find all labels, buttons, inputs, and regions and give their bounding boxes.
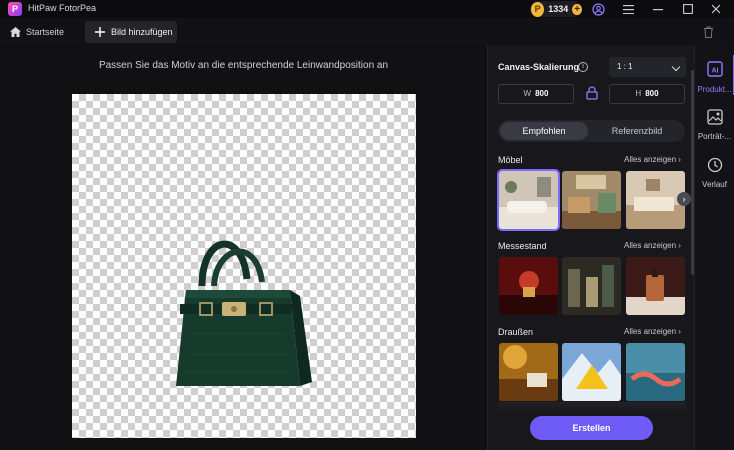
plus-icon (95, 27, 105, 37)
canvas-hint: Passen Sie das Motiv an die entsprechend… (98, 60, 389, 71)
template-thumbnail[interactable] (562, 343, 621, 401)
tab-home-label: Startseite (26, 27, 65, 37)
category-title: Messestand (498, 241, 547, 251)
maximize-icon[interactable] (681, 2, 695, 16)
home-icon (10, 27, 21, 37)
tab-add-label: Bild hinzufügen (111, 27, 173, 37)
tab-home[interactable]: Startseite (10, 22, 64, 42)
app-title: HitPaw FotorPea (28, 3, 97, 13)
minimize-icon[interactable] (651, 2, 665, 16)
app-logo: P (8, 2, 22, 16)
template-thumbnail[interactable] (499, 343, 558, 401)
category-title: Möbel (498, 155, 523, 165)
transparent-canvas[interactable] (72, 94, 416, 438)
coin-icon: P (531, 1, 545, 17)
clock-icon (707, 157, 723, 173)
height-value: 800 (645, 89, 659, 98)
add-credit-icon[interactable]: + (572, 3, 582, 15)
menu-icon[interactable] (621, 2, 635, 16)
template-thumbnail[interactable] (499, 257, 558, 315)
aspect-ratio-select[interactable]: 1 : 1 (609, 57, 686, 77)
ai-icon: AI (707, 61, 723, 77)
next-category-fade (498, 402, 686, 414)
tab-recommended[interactable]: Empfohlen (500, 122, 588, 140)
template-thumbnail[interactable] (626, 257, 685, 315)
template-thumbnail[interactable] (626, 343, 685, 401)
category-title: Draußen (498, 327, 534, 337)
trash-icon[interactable] (703, 25, 717, 39)
credits-badge[interactable]: P 1334 + (530, 1, 582, 17)
see-all-link[interactable]: Alles anzeigen › (624, 241, 681, 250)
carousel-next-arrow[interactable]: › (677, 192, 691, 206)
credit-count: 1334 (548, 4, 569, 14)
chevron-down-icon (671, 62, 681, 72)
height-input[interactable]: H 800 (609, 84, 685, 104)
aspect-ratio-value: 1 : 1 (617, 62, 633, 71)
see-all-link[interactable]: Alles anzeigen › (624, 155, 681, 164)
nav-item-history[interactable]: Verlauf (695, 152, 734, 196)
info-icon[interactable]: i (578, 62, 588, 72)
create-button[interactable]: Erstellen (530, 416, 653, 440)
title-bar: P HitPaw FotorPea P 1334 + (0, 0, 734, 18)
template-thumbnail[interactable] (497, 169, 560, 231)
portrait-image-icon (707, 109, 723, 125)
canvas-area: Passen Sie das Motiv an die entsprechend… (0, 45, 487, 450)
handbag-product-image[interactable] (172, 224, 317, 389)
width-value: 800 (535, 89, 549, 98)
svg-text:AI: AI (712, 68, 719, 75)
template-thumbnail[interactable] (562, 257, 621, 315)
template-thumbnail[interactable] (562, 171, 621, 229)
nav-label: Produkt... (697, 85, 732, 94)
nav-label: Porträt-... (697, 132, 732, 141)
width-input[interactable]: W 800 (498, 84, 574, 104)
height-label: H (635, 89, 642, 98)
nav-label: Verlauf (702, 180, 727, 189)
nav-item-product[interactable]: AI Produkt... (695, 55, 734, 99)
see-all-link[interactable]: Alles anzeigen › (624, 327, 681, 336)
lock-icon[interactable] (586, 86, 598, 100)
user-icon[interactable] (591, 2, 605, 16)
width-label: W (523, 89, 532, 98)
tab-bar: Startseite Bild hinzufügen (0, 18, 734, 45)
canvas-scaling-title: Canvas-Skalierung (498, 62, 580, 72)
tab-reference-image[interactable]: Referenzbild (592, 122, 682, 140)
close-icon[interactable] (709, 2, 723, 16)
nav-item-portrait[interactable]: Porträt-... (695, 104, 734, 148)
tab-add-image[interactable]: Bild hinzufügen (85, 21, 177, 43)
